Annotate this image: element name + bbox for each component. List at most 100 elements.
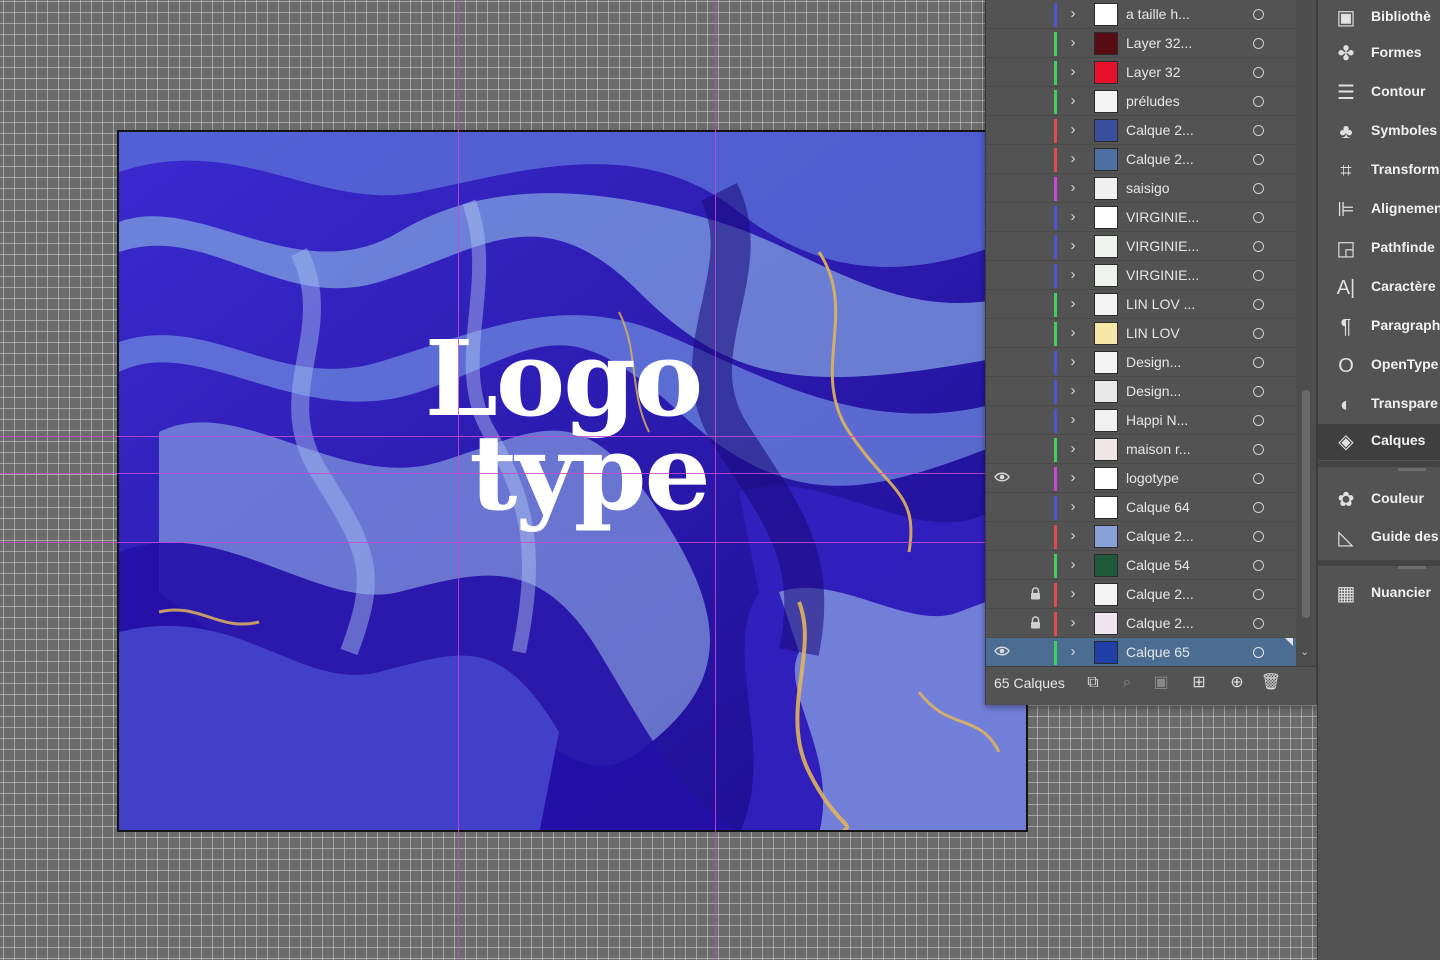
visibility-toggle[interactable] <box>994 181 1022 197</box>
visibility-toggle[interactable] <box>994 442 1022 458</box>
visibility-toggle[interactable] <box>994 500 1022 516</box>
layer-name[interactable]: saisigo <box>1126 180 1170 196</box>
clipping-mask-icon[interactable]: ▣ <box>1150 672 1172 694</box>
chevron-right-icon[interactable]: › <box>1066 121 1080 139</box>
layer-row[interactable]: › Calque 2... <box>986 580 1296 609</box>
dock-item-libraries[interactable]: ▣ Bibliothè <box>1318 0 1440 36</box>
dock-item-color-guide[interactable]: ◺ Guide des <box>1318 520 1440 556</box>
lock-toggle[interactable] <box>1030 471 1044 487</box>
layer-name[interactable]: préludes <box>1126 93 1180 109</box>
target-circle-icon[interactable] <box>1253 560 1264 571</box>
lock-toggle[interactable] <box>1030 645 1044 661</box>
visibility-toggle[interactable] <box>994 297 1022 313</box>
visibility-toggle[interactable] <box>994 268 1022 284</box>
chevron-right-icon[interactable]: › <box>1066 295 1080 313</box>
scrollbar-thumb[interactable] <box>1302 390 1310 618</box>
target-circle-icon[interactable] <box>1253 502 1264 513</box>
target-circle-icon[interactable] <box>1253 444 1264 455</box>
chevron-right-icon[interactable]: › <box>1066 556 1080 574</box>
layer-name[interactable]: VIRGINIE... <box>1126 209 1199 225</box>
chevron-right-icon[interactable]: › <box>1066 63 1080 81</box>
chevron-right-icon[interactable]: › <box>1066 411 1080 429</box>
layers-scrollbar[interactable]: ⌄ <box>1296 0 1316 666</box>
layer-name[interactable]: LIN LOV <box>1126 325 1180 341</box>
dock-item-character[interactable]: A| Caractère <box>1318 270 1440 306</box>
dock-item-swatches[interactable]: ▦ Nuancier <box>1318 576 1440 612</box>
layer-row[interactable]: › Design... <box>986 377 1296 406</box>
horizontal-guide[interactable] <box>0 542 985 543</box>
lock-toggle[interactable] <box>1030 500 1044 516</box>
layer-name[interactable]: LIN LOV ... <box>1126 296 1195 312</box>
layer-name[interactable]: Design... <box>1126 383 1181 399</box>
layer-row[interactable]: › LIN LOV <box>986 319 1296 348</box>
visibility-toggle[interactable] <box>994 123 1022 139</box>
target-circle-icon[interactable] <box>1253 531 1264 542</box>
lock-icon[interactable] <box>1030 616 1044 632</box>
chevron-right-icon[interactable]: › <box>1066 34 1080 52</box>
layer-name[interactable]: Happi N... <box>1126 412 1188 428</box>
layer-name[interactable]: a taille h... <box>1126 6 1190 22</box>
layer-row[interactable]: › LIN LOV ... <box>986 290 1296 319</box>
target-circle-icon[interactable] <box>1253 589 1264 600</box>
chevron-right-icon[interactable]: › <box>1066 5 1080 23</box>
layer-name[interactable]: Calque 2... <box>1126 151 1194 167</box>
target-circle-icon[interactable] <box>1253 386 1264 397</box>
layer-name[interactable]: Layer 32 <box>1126 64 1180 80</box>
chevron-right-icon[interactable]: › <box>1066 324 1080 342</box>
layer-name[interactable]: Calque 2... <box>1126 528 1194 544</box>
visibility-toggle[interactable] <box>994 558 1022 574</box>
dock-item-paragraph[interactable]: ¶ Paragraph <box>1318 309 1440 345</box>
layer-name[interactable]: maison r... <box>1126 441 1191 457</box>
layer-row[interactable]: › maison r... <box>986 435 1296 464</box>
new-layer-icon[interactable]: ⊕ <box>1226 672 1248 694</box>
lock-toggle[interactable] <box>1030 7 1044 23</box>
target-circle-icon[interactable] <box>1253 473 1264 484</box>
lock-toggle[interactable] <box>1030 442 1044 458</box>
lock-toggle[interactable] <box>1030 36 1044 52</box>
lock-toggle[interactable] <box>1030 268 1044 284</box>
layer-row[interactable]: › Calque 64 <box>986 493 1296 522</box>
new-sublayer-icon[interactable]: ⊞ <box>1188 672 1210 694</box>
layer-row[interactable]: › Calque 2... <box>986 145 1296 174</box>
chevron-right-icon[interactable]: › <box>1066 527 1080 545</box>
visibility-toggle[interactable] <box>994 413 1022 429</box>
lock-toggle[interactable] <box>1030 152 1044 168</box>
vertical-guide[interactable] <box>715 0 716 960</box>
visibility-toggle[interactable] <box>994 326 1022 342</box>
dock-grip-handle[interactable] <box>1398 566 1426 569</box>
visibility-toggle[interactable] <box>994 239 1022 255</box>
dock-item-layers[interactable]: ◈ Calques <box>1318 424 1440 460</box>
layer-row[interactable]: › Happi N... <box>986 406 1296 435</box>
visibility-toggle[interactable] <box>994 355 1022 371</box>
visibility-toggle[interactable] <box>994 210 1022 226</box>
target-circle-icon[interactable] <box>1253 67 1264 78</box>
layer-name[interactable]: Calque 2... <box>1126 122 1194 138</box>
dock-item-pathfinder[interactable]: ◲ Pathfinde <box>1318 231 1440 267</box>
lock-toggle[interactable] <box>1030 297 1044 313</box>
lock-toggle[interactable] <box>1030 123 1044 139</box>
export-icon[interactable]: ⧉ <box>1082 672 1104 694</box>
layer-name[interactable]: Layer 32... <box>1126 35 1192 51</box>
layer-row[interactable]: › VIRGINIE... <box>986 203 1296 232</box>
chevron-right-icon[interactable]: › <box>1066 382 1080 400</box>
target-circle-icon[interactable] <box>1253 38 1264 49</box>
dock-item-align[interactable]: ⊫ Alignemen <box>1318 192 1440 228</box>
layer-name[interactable]: Calque 64 <box>1126 499 1190 515</box>
chevron-right-icon[interactable]: › <box>1066 440 1080 458</box>
layer-row[interactable]: › Calque 65 <box>986 638 1296 666</box>
locate-object-icon[interactable]: ⌕ <box>1116 672 1138 694</box>
visibility-toggle[interactable] <box>994 36 1022 52</box>
chevron-right-icon[interactable]: › <box>1066 150 1080 168</box>
target-circle-icon[interactable] <box>1253 154 1264 165</box>
lock-toggle[interactable] <box>1030 529 1044 545</box>
chevron-right-icon[interactable]: › <box>1066 585 1080 603</box>
layer-name[interactable]: Design... <box>1126 354 1181 370</box>
lock-icon[interactable] <box>1030 587 1044 603</box>
visibility-toggle[interactable] <box>994 616 1022 632</box>
layer-row[interactable]: › VIRGINIE... <box>986 232 1296 261</box>
trash-icon[interactable]: 🗑 <box>1260 672 1282 694</box>
target-circle-icon[interactable] <box>1253 328 1264 339</box>
visibility-toggle[interactable] <box>994 529 1022 545</box>
artboard[interactable]: Logo type <box>117 130 1028 832</box>
layer-name[interactable]: Calque 2... <box>1126 615 1194 631</box>
